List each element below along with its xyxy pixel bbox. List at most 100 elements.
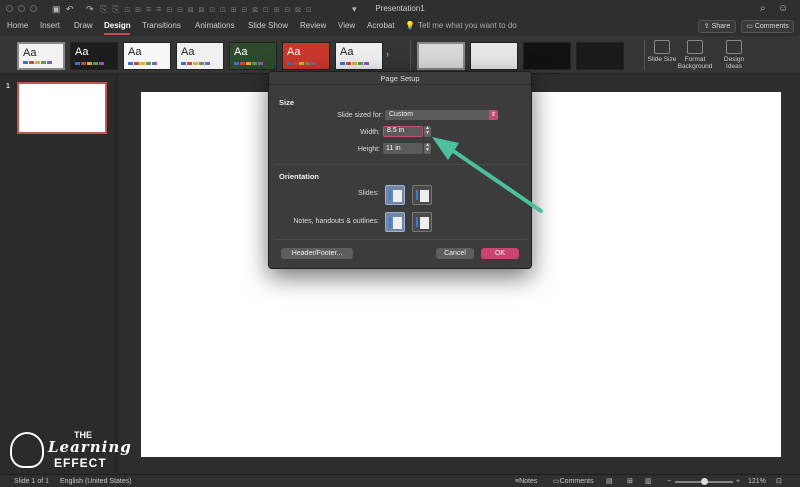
logo-line-2: Learning <box>48 438 132 456</box>
theme-thumbnail[interactable]: Aa <box>229 42 277 70</box>
height-label: Height: <box>357 146 380 153</box>
theme-thumbnail[interactable]: Aa <box>70 42 118 70</box>
tab-acrobat[interactable]: Acrobat <box>367 21 395 30</box>
notes-orientation-label: Notes, handouts & outlines: <box>293 218 379 225</box>
zoom-slider[interactable] <box>675 478 733 485</box>
zoom-in-icon[interactable]: + <box>736 475 740 487</box>
variant-thumbnail[interactable] <box>576 42 624 70</box>
format-background-button[interactable]: Format Background <box>676 40 714 70</box>
share-label: Share <box>711 23 731 30</box>
share-button[interactable]: ⇪ Share <box>698 20 736 33</box>
format-background-label: Format Background <box>677 56 713 70</box>
design-ideas-label: Design Ideas <box>723 56 745 70</box>
portrait-arrow-icon <box>389 190 391 200</box>
tab-transitions[interactable]: Transitions <box>142 21 181 30</box>
brain-logo-icon <box>10 432 44 468</box>
zoom-window-button[interactable] <box>30 5 37 12</box>
fit-to-window-icon[interactable]: ⊡ <box>776 475 782 487</box>
comments-status-label: Comments <box>559 478 594 485</box>
more-themes-chevron-icon[interactable]: › <box>386 48 389 60</box>
normal-view-icon[interactable]: ▤ <box>606 475 613 487</box>
tab-review[interactable]: Review <box>300 21 326 30</box>
slide-number: 1 <box>6 83 10 90</box>
height-field[interactable]: 11 in <box>383 143 423 154</box>
tab-draw[interactable]: Draw <box>74 21 93 30</box>
slide-sized-for-select[interactable]: Custom ⇕ <box>385 110 498 120</box>
tab-home[interactable]: Home <box>7 21 28 30</box>
zoom-level[interactable]: 121% <box>748 475 766 487</box>
comments-button[interactable]: ▭ Comments <box>741 20 794 33</box>
slide-sized-for-value: Custom <box>389 111 414 118</box>
design-ideas-icon <box>726 40 742 54</box>
title-bar: ▣ ↶ ↷ ⎘⎘⊡⊞≡≡⊟⊟⊠⊠⊡⊡⊞⊟⊠⊡⊞⊟⊠⊡ ▾ Presentatio… <box>0 0 800 18</box>
redo-icon[interactable]: ↷ <box>86 3 94 15</box>
theme-color-swatches <box>23 61 52 64</box>
slides-orientation-label: Slides: <box>357 190 379 197</box>
tab-insert[interactable]: Insert <box>40 21 60 30</box>
quick-access-toolbar-icons[interactable]: ⎘⎘⊡⊞≡≡⊟⊟⊠⊠⊡⊡⊞⊟⊠⊡⊞⊟⊠⊡ <box>100 3 317 15</box>
width-label: Width: <box>360 129 380 136</box>
notes-label: Notes <box>519 478 538 485</box>
tab-design[interactable]: Design <box>104 21 131 30</box>
reading-view-icon[interactable]: ▥ <box>645 475 652 487</box>
tab-slide-show[interactable]: Slide Show <box>248 21 288 30</box>
design-ideas-button[interactable]: Design Ideas <box>716 40 752 70</box>
save-icon[interactable]: ▣ <box>52 3 61 15</box>
select-arrows-icon: ⇕ <box>489 110 498 120</box>
ok-button[interactable]: OK <box>481 248 519 259</box>
theme-thumbnail[interactable]: Aa <box>282 42 330 70</box>
zoom-slider-knob[interactable] <box>700 478 708 485</box>
width-field[interactable]: 8.5 in <box>383 126 423 137</box>
landscape-arrow-icon <box>416 217 418 227</box>
notes-portrait-button[interactable] <box>385 212 405 232</box>
slides-portrait-button[interactable] <box>385 185 405 205</box>
theme-label: Aa <box>128 46 142 58</box>
orientation-heading: Orientation <box>279 172 320 181</box>
notes-landscape-button[interactable] <box>412 212 432 232</box>
theme-thumbnail[interactable]: Aa <box>17 42 65 70</box>
theme-label: Aa <box>75 46 89 58</box>
minimize-window-button[interactable] <box>18 5 25 12</box>
learning-effect-logo: THE Learning EFFECT <box>8 430 131 472</box>
portrait-page-icon <box>393 190 402 202</box>
theme-thumbnail[interactable]: Aa <box>123 42 171 70</box>
active-tab-indicator <box>104 33 130 35</box>
section-divider <box>275 164 527 165</box>
tab-view[interactable]: View <box>338 21 355 30</box>
account-icon[interactable]: ☺ <box>778 3 788 14</box>
slide-size-button[interactable]: Slide Size <box>644 40 680 63</box>
variant-thumbnail[interactable] <box>523 42 571 70</box>
header-footer-button[interactable]: Header/Footer... <box>281 248 353 259</box>
variant-thumbnail[interactable] <box>470 42 518 70</box>
search-icon[interactable]: ⌕ <box>760 3 766 14</box>
notes-toggle[interactable]: ≡ Notes <box>515 475 537 487</box>
lightbulb-icon: 💡 <box>405 21 415 30</box>
theme-color-swatches <box>128 62 157 65</box>
zoom-out-icon[interactable]: − <box>667 475 671 487</box>
slides-landscape-button[interactable] <box>412 185 432 205</box>
slide-thumbnail[interactable] <box>17 82 107 134</box>
theme-label: Aa <box>340 46 354 58</box>
theme-thumbnail[interactable]: Aa <box>176 42 224 70</box>
variant-thumbnail[interactable] <box>417 42 465 70</box>
slide-thumbnail-pane: 1 <box>0 75 117 473</box>
theme-thumbnail[interactable]: Aa <box>335 42 383 70</box>
comments-toggle[interactable]: ▭ Comments <box>553 475 593 487</box>
undo-icon[interactable]: ↶ <box>66 3 74 15</box>
width-stepper[interactable]: ▲ ▼ <box>424 126 431 137</box>
format-background-icon <box>687 40 703 54</box>
tab-animations[interactable]: Animations <box>195 21 235 30</box>
tell-me-search[interactable]: Tell me what you want to do <box>418 21 517 30</box>
cancel-button[interactable]: Cancel <box>436 248 474 259</box>
status-bar: Slide 1 of 1 English (United States) ≡ N… <box>0 474 800 487</box>
close-window-button[interactable] <box>6 5 13 12</box>
theme-color-swatches <box>234 62 263 65</box>
slide-sorter-icon[interactable]: ⊞ <box>627 475 633 487</box>
language-indicator[interactable]: English (United States) <box>60 475 132 487</box>
section-divider <box>275 239 527 240</box>
themes-gallery: Aa Aa Aa Aa Aa Aa Aa <box>12 38 396 70</box>
customize-toolbar-icon[interactable]: ▾ <box>352 3 357 15</box>
theme-label: Aa <box>234 46 248 58</box>
theme-color-swatches <box>181 62 210 65</box>
height-stepper[interactable]: ▲ ▼ <box>424 143 431 154</box>
